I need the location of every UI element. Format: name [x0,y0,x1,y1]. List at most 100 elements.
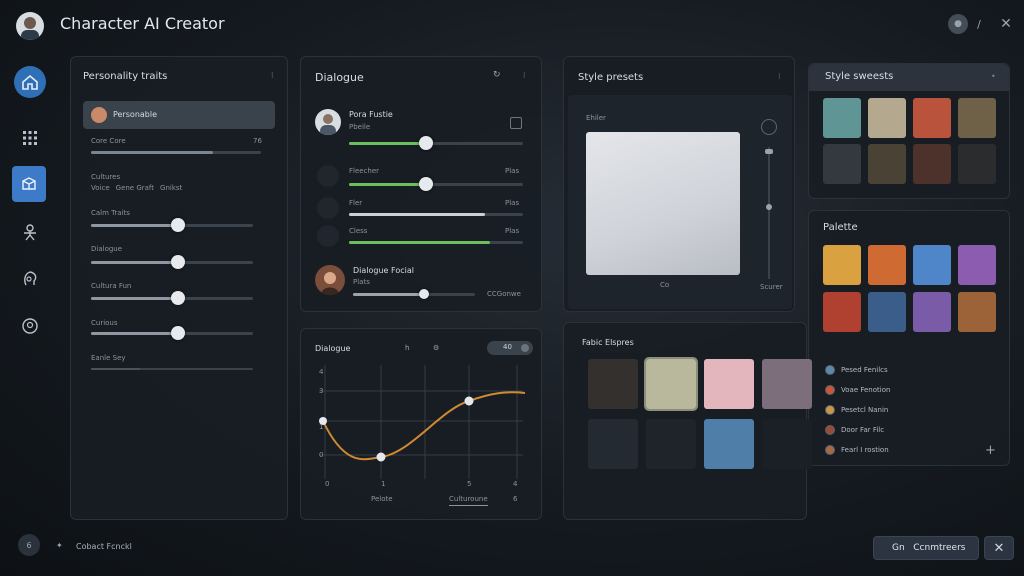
palette-panel: Palette Pesed Fenilcs Voae Fenotion Pesetc… [808,210,1010,466]
fabric-swatch-5[interactable] [646,419,696,469]
persona-name: Pora Fustie [349,110,393,119]
fabric-swatch-3[interactable] [762,359,812,409]
style-preview-panel: Style presets ⁝ Ehiler Co Scurer [563,56,795,312]
persona-slider[interactable] [349,136,523,150]
head-icon[interactable] [14,262,46,294]
fabric-swatch-4[interactable] [588,419,638,469]
personality-panel: Personality traits ⁝ Personable Core Cor… [70,56,288,520]
add-icon[interactable]: + [985,443,996,458]
footer-persona-avatar[interactable] [315,265,345,295]
trait-slider-5-knob[interactable] [171,326,186,340]
palette-swatch-4[interactable] [823,292,861,332]
zoom-slider-knob-top[interactable] [765,149,773,154]
dialogue-slider-0[interactable] [349,177,523,191]
palette-list-item[interactable]: Door Far Filc [825,423,975,437]
fabric-swatch-7[interactable] [762,419,812,469]
dialogue-slider-value-0: Plas [505,167,520,175]
more-icon-dialogue[interactable]: ⁝ [523,71,526,80]
face-icon[interactable] [14,310,46,342]
palette-list-item[interactable]: Pesetcl Nanin [825,403,975,417]
palette-swatch-6[interactable] [913,292,951,332]
more-icon[interactable]: ⁝ [271,71,274,80]
more-icon-swatches[interactable]: • [991,72,996,81]
edit-icon[interactable]: / [972,14,986,34]
trait-slider-2-knob[interactable] [171,218,186,232]
footer-persona-value: CCGonwe [487,290,521,298]
trait-slider-4[interactable] [91,291,253,305]
option-gene-graft[interactable]: Gene Graft [116,184,154,192]
figure-icon[interactable] [14,216,46,248]
fabric-swatch-0[interactable] [588,359,638,409]
personality-selected-item[interactable]: Personable [83,101,275,129]
more-icon-style[interactable]: ⁝ [778,72,781,81]
curve-x-label-0: 0 [325,480,330,488]
dialogue-title: Dialogue [315,71,364,84]
palette-list-item[interactable]: Voae Fenotion [825,383,975,397]
footer-persona-slider[interactable] [353,289,475,299]
box-icon[interactable] [12,166,46,202]
footer-persona-slider-knob[interactable] [418,289,429,299]
style-swatch-5[interactable] [868,144,906,184]
fabric-swatch-6[interactable] [704,419,754,469]
dialogue-slider-value-2: Plas [505,227,520,235]
persona-slider-knob[interactable] [418,136,433,150]
house-icon[interactable] [14,66,46,98]
palette-swatch-1[interactable] [868,245,906,285]
trait-slider-3-knob[interactable] [171,255,186,269]
trait-slider-4-knob[interactable] [171,291,186,305]
dialogue-slider-2[interactable] [349,241,523,244]
fabric-swatch-2[interactable] [704,359,754,409]
style-swatch-3[interactable] [958,98,996,138]
trait-label-0: Core Core [91,137,126,145]
close-icon[interactable]: ✕ [996,14,1016,34]
curve-footer-1[interactable]: Culturoune [449,495,488,506]
personality-title: Personality traits [83,71,168,82]
style-swatch-1[interactable] [868,98,906,138]
fabric-swatch-1[interactable] [644,357,698,411]
style-swatch-2[interactable] [913,98,951,138]
header-avatar[interactable] [16,12,44,40]
palette-swatch-3[interactable] [958,245,996,285]
dialogue-slider-0-knob[interactable] [418,177,433,191]
footer-close-button[interactable]: ✕ [984,536,1014,560]
bottom-badge[interactable]: 6 [18,534,40,556]
trait-label-4: Cultura Fun [91,282,132,290]
style-swatch-7[interactable] [958,144,996,184]
palette-list-item[interactable]: Fearl I rostion [825,443,975,457]
settings-icon[interactable]: ● [948,14,968,34]
curve-point-2 [464,396,474,406]
option-voice[interactable]: Voice [91,184,110,192]
trait-slider-5-fill [91,332,179,335]
persona-slider-fill [349,142,426,145]
style-preview-canvas[interactable] [586,132,740,275]
dialogue-panel: Dialogue ↻ ⁝ Pora Fustie Pbeile Fleecher… [300,56,542,312]
palette-list-item[interactable]: Pesed Fenilcs [825,363,975,377]
palette-swatch-5[interactable] [868,292,906,332]
palette-swatch-0[interactable] [823,245,861,285]
dialogue-slider-1[interactable] [349,213,523,216]
style-swatch-0[interactable] [823,98,861,138]
option-gnikst[interactable]: Gnikst [160,184,182,192]
palette-swatch-2[interactable] [913,245,951,285]
curve-graph[interactable] [301,329,543,521]
trait-slider-5[interactable] [91,326,253,340]
persona-avatar-dialogue[interactable] [315,109,341,135]
refresh-icon[interactable]: ↻ [493,70,501,80]
style-swatch-4[interactable] [823,144,861,184]
trait-slider-2[interactable] [91,218,253,232]
trait-slider-3[interactable] [91,255,253,269]
trait-bar-6[interactable] [91,368,253,370]
primary-button[interactable]: Gn Ccnmtreers [873,536,979,560]
zoom-button-icon[interactable] [761,119,777,135]
zoom-slider-knob[interactable] [766,204,772,210]
style-swatch-6[interactable] [913,144,951,184]
curve-y-label-1: 3 [319,387,324,395]
copy-icon[interactable] [510,117,522,129]
grid-icon[interactable] [14,122,46,154]
dialogue-slider-value-1: Plas [505,199,520,207]
zoom-slider[interactable] [768,147,770,279]
trait-value-0: 76 [253,137,262,145]
palette-swatch-7[interactable] [958,292,996,332]
dialogue-slider-0-fill [349,183,426,186]
trait-bar-0[interactable] [91,151,261,154]
